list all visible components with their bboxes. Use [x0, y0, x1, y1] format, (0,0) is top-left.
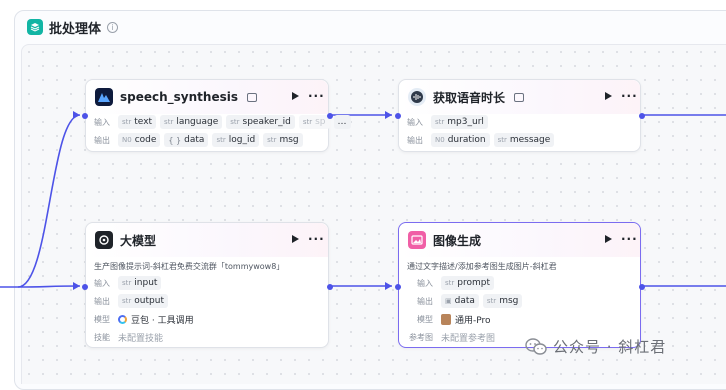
input-param: str speaker_id: [226, 115, 295, 129]
node-image-generation[interactable]: 图像生成 ··· 通过文字描述/添加参考图生成图片-斜杠君 输入 str prom…: [395, 222, 645, 348]
run-button[interactable]: [292, 92, 299, 100]
more-menu-button[interactable]: ···: [621, 232, 638, 246]
output-param: N0 duration: [431, 133, 490, 147]
outputs-row: 输出 N0 code { } data str log_id str msg: [94, 132, 303, 148]
node-title: 大模型: [120, 233, 157, 248]
inputs-row: 输入 str input: [94, 275, 162, 291]
outputs-row: 输出 N0 duration str message: [407, 132, 555, 148]
output-port[interactable]: [639, 113, 645, 119]
skill-value: 未配置技能: [118, 333, 164, 344]
output-port[interactable]: [327, 284, 333, 290]
output-port[interactable]: [327, 113, 333, 119]
node-title: speech_synthesis: [120, 90, 238, 104]
info-icon[interactable]: i: [107, 21, 119, 33]
image-gen-icon: [408, 231, 426, 249]
input-param: str mp3_url: [431, 115, 488, 129]
batch-icon: [27, 19, 43, 35]
more-params[interactable]: …: [333, 115, 351, 129]
outputs-row: 输出 ▣ data str msg: [407, 293, 523, 309]
model-avatar-icon: [441, 313, 451, 325]
input-port[interactable]: [395, 113, 401, 119]
workflow-canvas: 批处理体 i speech_synthesis ··· 输入 str text …: [0, 0, 726, 390]
input-port[interactable]: [395, 284, 401, 290]
model-row: 模型 豆包 · 工具调用: [94, 313, 194, 326]
input-port[interactable]: [82, 113, 88, 119]
ref-row: 参考图 未配置参考图: [409, 332, 496, 344]
input-param: str text: [118, 115, 157, 129]
ref-value: 未配置参考图: [441, 333, 496, 344]
run-button[interactable]: [605, 235, 612, 243]
node-description: 通过文字描述/添加参考图生成图片-斜杠君: [407, 262, 557, 271]
image-type-icon: ▣: [445, 297, 452, 305]
output-param: str log_id: [212, 133, 260, 147]
node-description: 生产图像提示词-斜杠君免费交流群「tommywow8」: [94, 262, 285, 271]
input-param: str prompt: [441, 276, 495, 290]
more-menu-button[interactable]: ···: [621, 89, 638, 103]
node-title: 图像生成: [433, 233, 482, 248]
input-param: str sp: [298, 115, 330, 129]
speech-plugin-icon: [95, 88, 113, 106]
output-port[interactable]: [639, 284, 645, 290]
output-param: str msg: [482, 294, 523, 308]
outputs-row: 输出 str output: [94, 293, 168, 309]
batch-title: 批处理体: [49, 21, 102, 37]
duration-plugin-icon: [408, 88, 426, 106]
output-param: N0 code: [118, 133, 161, 147]
inputs-row: 输入 str text str language str speaker_id str…: [94, 114, 351, 130]
node-llm[interactable]: 大模型 ··· 生产图像提示词-斜杠君免费交流群「tommywow8」 输入 s…: [82, 222, 333, 348]
watermark-text: 公众号 · 斜杠君: [553, 338, 667, 356]
inputs-row: 输入 str prompt: [407, 275, 495, 291]
node-speech-synthesis[interactable]: speech_synthesis ··· 输入 str text str langu…: [82, 79, 351, 152]
input-port[interactable]: [82, 284, 88, 290]
input-param: str input: [118, 276, 162, 290]
more-menu-button[interactable]: ···: [308, 89, 325, 103]
skill-row: 技能 未配置技能: [94, 332, 164, 344]
output-param: str msg: [263, 133, 303, 147]
node-get-audio-duration[interactable]: 获取语音时长 ··· 输入 str mp3_url 输出 N0 duration s…: [395, 79, 645, 152]
output-param: str message: [493, 133, 555, 147]
node-header: 图像生成: [399, 223, 640, 257]
model-value: 豆包 · 工具调用: [118, 313, 194, 326]
doubao-icon: [118, 314, 127, 324]
run-button[interactable]: [292, 235, 299, 243]
wechat-icon: [525, 337, 547, 356]
output-param: { } data: [164, 133, 209, 147]
inputs-row: 输入 str mp3_url: [407, 114, 488, 130]
plugin-badge-icon: [247, 92, 257, 102]
more-menu-button[interactable]: ···: [308, 232, 325, 246]
node-header: 获取语音时长: [399, 80, 640, 114]
node-title: 获取语音时长: [433, 90, 506, 105]
model-value: 通用-Pro: [441, 313, 491, 326]
batch-header: 批处理体 i: [27, 17, 119, 37]
output-param: ▣ data: [441, 294, 479, 308]
llm-model-icon: [95, 231, 113, 249]
model-row: 模型 通用-Pro: [417, 313, 491, 326]
plugin-badge-icon: [514, 92, 525, 102]
watermark: 公众号 · 斜杠君: [525, 336, 666, 357]
output-param: str output: [118, 294, 168, 308]
input-param: str language: [160, 115, 223, 129]
run-button[interactable]: [605, 92, 612, 100]
